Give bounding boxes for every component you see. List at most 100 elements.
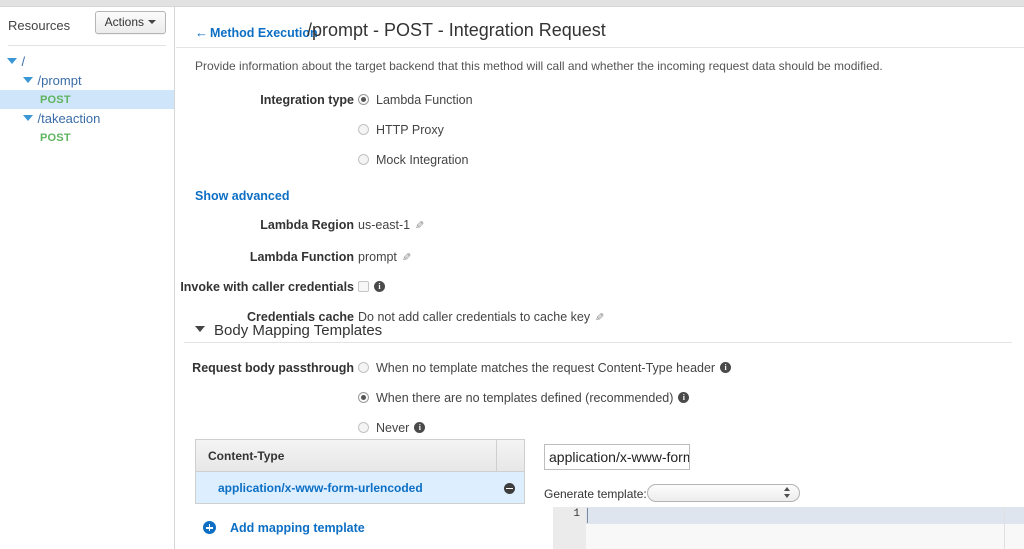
resource-tree: / /prompt POST /takeaction POST	[0, 52, 174, 147]
header-divider	[176, 47, 1024, 48]
tree-item-method-label: POST	[40, 94, 71, 106]
request-body-passthrough-label: Request body passthrough	[192, 361, 354, 375]
lambda-region-value: us-east-1	[358, 218, 411, 232]
select-arrows-icon	[783, 486, 791, 500]
info-icon[interactable]: i	[414, 422, 426, 434]
editor-active-line-tail	[1004, 507, 1024, 524]
collapse-triangle-icon[interactable]	[195, 326, 205, 333]
show-advanced-link[interactable]: Show advanced	[195, 189, 289, 203]
sidebar-header: Resources Actions	[0, 7, 174, 45]
radio-mock-integration[interactable]	[358, 154, 369, 166]
info-icon[interactable]: i	[720, 362, 732, 374]
editor-gutter: 1	[553, 507, 586, 549]
radio-http-proxy[interactable]	[358, 124, 369, 136]
method-execution-back-link[interactable]: ← Method Execution	[195, 25, 318, 40]
content-type-input[interactable]: application/x-www-form	[544, 444, 690, 470]
passthrough-row-2: When there are no templates defined (rec…	[176, 390, 1024, 420]
invoke-caller-credentials-control: i	[358, 280, 385, 294]
tree-item-prompt[interactable]: /prompt	[0, 71, 174, 90]
page-description: Provide information about the target bac…	[195, 59, 883, 73]
lambda-region-row: Lambda Region us-east-1 ✎	[176, 214, 1024, 246]
add-mapping-template-label: Add mapping template	[230, 521, 365, 535]
disclosure-triangle-icon[interactable]	[6, 52, 18, 71]
actions-button-label: Actions	[104, 15, 144, 29]
page-title: /prompt - POST - Integration Request	[307, 20, 606, 40]
back-link-label: Method Execution	[210, 26, 318, 40]
integration-type-option-http[interactable]: HTTP Proxy	[358, 123, 444, 137]
content-type-table: Content-Type application/x-www-form-urle…	[195, 439, 525, 504]
column-divider	[496, 440, 497, 472]
editor-print-margin	[1004, 507, 1005, 549]
radio-lambda-function[interactable]	[358, 94, 369, 106]
generate-template-select[interactable]	[646, 483, 800, 502]
line-number: 1	[573, 508, 580, 520]
show-advanced-row: Show advanced	[176, 182, 1024, 214]
lambda-function-value-wrap: prompt ✎	[358, 250, 411, 264]
passthrough-row-1: Request body passthrough When no templat…	[176, 360, 1024, 390]
info-icon[interactable]: i	[678, 392, 690, 404]
invoke-caller-credentials-checkbox[interactable]	[358, 281, 369, 293]
edit-pencil-icon[interactable]: ✎	[402, 251, 411, 264]
lambda-function-label: Lambda Function	[249, 250, 354, 264]
tree-item-takeaction[interactable]: /takeaction	[0, 109, 174, 128]
tree-item-root[interactable]: /	[0, 52, 174, 71]
editor-active-line	[586, 507, 1004, 524]
table-row[interactable]: application/x-www-form-urlencoded	[196, 472, 524, 504]
integration-type-option-lambda[interactable]: Lambda Function	[358, 93, 473, 107]
radio-label: Lambda Function	[376, 93, 473, 107]
integration-type-row-mock: Mock Integration	[176, 152, 1024, 182]
radio-passthrough-never[interactable]	[358, 422, 369, 434]
radio-label: Mock Integration	[376, 153, 469, 167]
passthrough-option-never[interactable]: Never i	[358, 421, 426, 435]
integration-form: Integration type Lambda Function HTTP Pr…	[176, 92, 1024, 336]
content-type-link[interactable]: application/x-www-form-urlencoded	[218, 481, 423, 495]
resources-title: Resources	[8, 18, 71, 33]
tree-item-prompt-post[interactable]: POST	[0, 90, 174, 109]
integration-type-row: Integration type Lambda Function	[176, 92, 1024, 122]
radio-label: When no template matches the request Con…	[376, 361, 716, 375]
radio-label: HTTP Proxy	[376, 123, 444, 137]
generate-template-label: Generate template:	[544, 487, 647, 501]
info-icon[interactable]: i	[374, 281, 385, 293]
mapping-template-code-editor[interactable]: 1	[553, 507, 1024, 549]
lambda-function-value: prompt	[358, 250, 397, 264]
page-header: ← Method Execution /prompt - POST - Integ…	[176, 7, 1024, 73]
lambda-region-value-wrap: us-east-1 ✎	[358, 218, 424, 232]
generate-template-row: Generate template:	[544, 483, 800, 504]
integration-type-option-mock[interactable]: Mock Integration	[358, 153, 468, 167]
add-mapping-template-button[interactable]: Add mapping template	[203, 521, 365, 535]
passthrough-option-no-templates-defined[interactable]: When there are no templates defined (rec…	[358, 391, 690, 405]
disclosure-triangle-icon[interactable]	[22, 109, 34, 128]
delete-icon[interactable]	[504, 483, 515, 494]
api-gateway-integration-request-page: Resources Actions / /prompt POST /takeac…	[0, 0, 1024, 549]
section-title-label: Body Mapping Templates	[214, 322, 383, 339]
radio-label: Never	[376, 421, 410, 435]
tree-item-label: /	[21, 54, 26, 69]
radio-label: When there are no templates defined (rec…	[376, 391, 674, 405]
body-mapping-templates-section: Body Mapping Templates	[176, 320, 1024, 343]
sidebar-divider	[8, 45, 166, 46]
body-mapping-templates-header[interactable]: Body Mapping Templates	[176, 320, 1024, 342]
table-header-content-type: Content-Type	[196, 440, 524, 472]
plus-circle-icon	[203, 521, 216, 535]
passthrough-form: Request body passthrough When no templat…	[176, 360, 1024, 450]
tree-item-label: /prompt	[37, 73, 82, 88]
passthrough-option-no-template-match[interactable]: When no template matches the request Con…	[358, 361, 732, 375]
invoke-caller-credentials-label: Invoke with caller credentials	[180, 280, 354, 294]
radio-passthrough-no-templates[interactable]	[358, 392, 369, 404]
actions-button[interactable]: Actions	[94, 11, 166, 34]
radio-passthrough-no-match[interactable]	[358, 362, 369, 374]
editor-code-area[interactable]	[586, 507, 1024, 549]
tree-item-method-label: POST	[40, 132, 71, 144]
disclosure-triangle-icon[interactable]	[22, 71, 34, 90]
browser-chrome-bar	[0, 0, 1024, 7]
mapping-templates-area: Content-Type application/x-www-form-urle…	[176, 439, 1024, 549]
lambda-region-label: Lambda Region	[260, 218, 354, 232]
resources-sidebar: Resources Actions / /prompt POST /takeac…	[0, 7, 175, 549]
editor-text-caret	[587, 508, 588, 523]
tree-item-takeaction-post[interactable]: POST	[0, 128, 174, 147]
invoke-caller-credentials-row: Invoke with caller credentials i	[176, 276, 1024, 306]
chevron-down-icon	[148, 19, 156, 24]
main-content: ← Method Execution /prompt - POST - Integ…	[176, 7, 1024, 549]
edit-pencil-icon[interactable]: ✎	[415, 219, 424, 232]
